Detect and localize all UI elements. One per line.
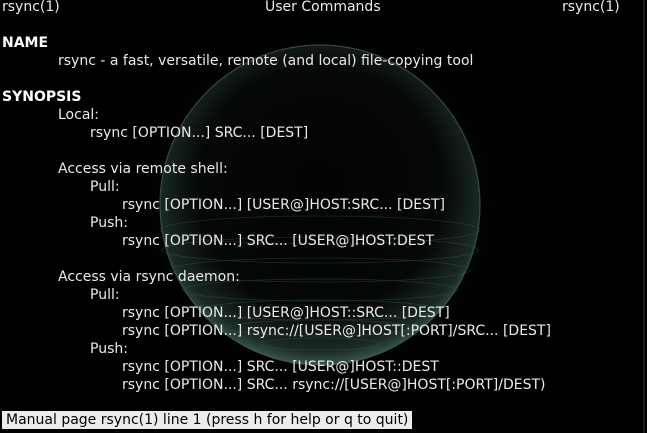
- synopsis-remote-shell-push-command: rsync [OPTION...] SRC... [USER@]HOST:DES…: [122, 233, 435, 249]
- synopsis-remote-shell-pull-label: Pull:: [90, 179, 120, 195]
- synopsis-remote-shell-pull-command: rsync [OPTION...] [USER@]HOST:SRC... [DE…: [122, 197, 445, 213]
- terminal-scrollbar[interactable]: [643, 0, 645, 433]
- header-left-title: rsync(1): [2, 0, 60, 15]
- synopsis-local-label: Local:: [58, 107, 100, 123]
- synopsis-daemon-pull-command-2: rsync [OPTION...] rsync://[USER@]HOST[:P…: [122, 323, 551, 339]
- terminal-window[interactable]: rsync(1) User Commands rsync(1) NAME rsy…: [0, 0, 647, 433]
- synopsis-daemon-push-label: Push:: [90, 341, 128, 357]
- synopsis-remote-shell-push-label: Push:: [90, 215, 128, 231]
- synopsis-remote-shell-label: Access via remote shell:: [58, 161, 228, 177]
- pager-status-bar: Manual page rsync(1) line 1 (press h for…: [2, 411, 413, 429]
- synopsis-daemon-label: Access via rsync daemon:: [58, 269, 240, 285]
- synopsis-local-command: rsync [OPTION...] SRC... [DEST]: [90, 125, 309, 141]
- synopsis-daemon-pull-label: Pull:: [90, 287, 120, 303]
- section-heading-synopsis: SYNOPSIS: [2, 89, 82, 105]
- name-description: rsync - a fast, versatile, remote (and l…: [58, 53, 474, 69]
- header-right-title: rsync(1): [562, 0, 620, 15]
- synopsis-daemon-push-command-1: rsync [OPTION...] SRC... [USER@]HOST::DE…: [122, 359, 439, 375]
- synopsis-daemon-pull-command-1: rsync [OPTION...] [USER@]HOST::SRC... [D…: [122, 305, 450, 321]
- section-heading-name: NAME: [2, 35, 49, 51]
- synopsis-daemon-push-command-2: rsync [OPTION...] SRC... rsync://[USER@]…: [122, 377, 546, 393]
- header-center-title: User Commands: [265, 0, 381, 15]
